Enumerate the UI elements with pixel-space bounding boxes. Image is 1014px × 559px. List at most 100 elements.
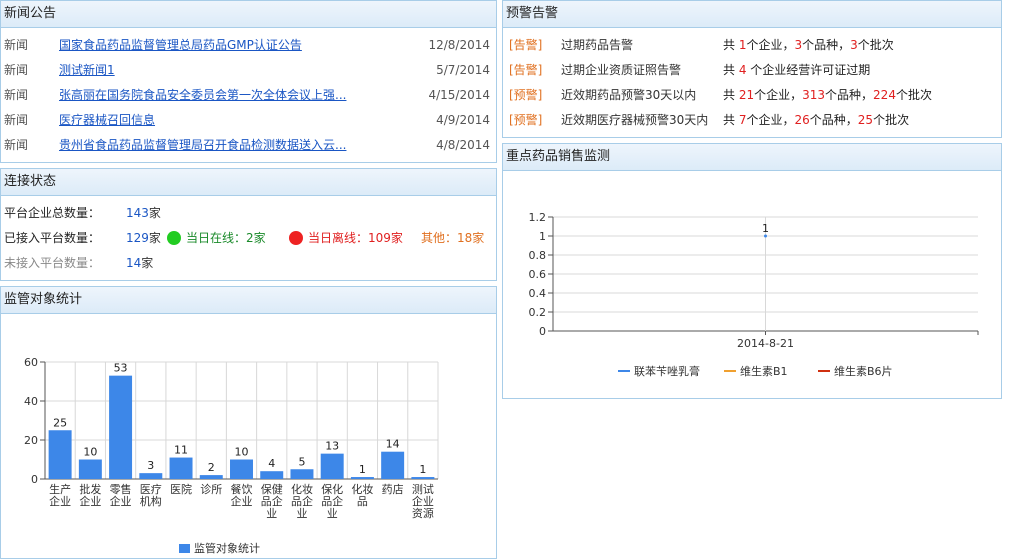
data-label: 1: [762, 222, 769, 235]
news-category: 新闻: [4, 88, 29, 102]
alert-item: [告警] 过期药品告警 共 1个企业，3个品种，3个批次: [503, 33, 1001, 58]
legend-swatch: [179, 544, 190, 553]
bar-value-label: 25: [53, 416, 67, 429]
connection-panel: 连接状态 平台企业总数量： 143家 已接入平台数量： 129家 当日在线：2家…: [0, 168, 497, 281]
alerts-panel: 预警告警 [告警] 过期药品告警 共 1个企业，3个品种，3个批次 [告警] 过期企业资…: [502, 0, 1002, 138]
sales-panel-title: 重点药品销售监测: [503, 144, 1001, 171]
supervision-panel-title: 监管对象统计: [1, 287, 496, 314]
x-tick-label: 餐饮: [231, 482, 253, 496]
bar: [139, 473, 163, 479]
x-tick-label: 品企: [291, 494, 313, 508]
bar-value-label: 4: [268, 457, 275, 470]
x-tick-label: 生产: [49, 482, 71, 496]
supervision-panel: 监管对象统计 0 20 40 60 25 生产 企业 10 批发 企业 53 零售 企业 3 医疗 机构 11 医…: [0, 286, 497, 559]
x-tick-label: 企业: [412, 494, 434, 508]
news-category: 新闻: [4, 38, 29, 52]
x-tick-label: 药店: [382, 482, 404, 496]
alert-tag: [预警]: [509, 88, 543, 102]
connected-label: 已接入平台数量：: [4, 231, 101, 245]
alert-tag: [预警]: [509, 113, 543, 127]
legend-label: 监管对象统计: [194, 541, 260, 555]
bar: [78, 459, 102, 479]
y-tick-label: 0.6: [529, 268, 547, 281]
bar-value-label: 11: [174, 444, 188, 457]
connection-panel-title: 连接状态: [1, 169, 496, 196]
bar: [381, 451, 405, 479]
news-date: 4/8/2014: [436, 138, 490, 152]
alert-description: 共 1个企业，3个品种，3个批次: [723, 38, 894, 52]
y-tick-label: 1: [539, 230, 546, 243]
bar-value-label: 2: [208, 461, 215, 474]
news-panel: 新闻公告 新闻 国家食品药品监督管理总局药品GMP认证公告 12/8/2014 …: [0, 0, 497, 163]
bar-value-label: 1: [359, 463, 366, 476]
other-count: 其他：18家: [421, 231, 485, 245]
online-status-icon: [167, 231, 181, 245]
x-tick-label: 业: [296, 507, 307, 520]
alert-item: [预警] 近效期医疗器械预警30天内共 7个企业，26个品种，25个批次: [503, 108, 1001, 133]
y-tick-label: 40: [24, 395, 38, 408]
bar: [169, 457, 193, 479]
x-tick-label: 资源: [412, 506, 434, 520]
connected-row: 已接入平台数量： 129家 当日在线：2家 当日离线：109家 其他：18家: [1, 226, 496, 251]
x-tick-label: 企业: [231, 494, 253, 508]
x-tick-label: 医疗: [140, 482, 162, 496]
alert-tag: [告警]: [509, 63, 543, 77]
legend-label: 维生素B6片: [834, 364, 893, 378]
y-tick-label: 0: [31, 473, 38, 486]
news-item: 新闻 医疗器械召回信息 4/9/2014: [1, 108, 496, 133]
x-tick-label: 机构: [140, 494, 162, 508]
news-item: 新闻 张高丽在国务院食品安全委员会第一次全体会议上强... 4/15/2014: [1, 83, 496, 108]
x-tick-label: 诊所: [200, 482, 222, 496]
bar: [230, 459, 253, 479]
y-tick-label: 0.4: [529, 287, 547, 300]
legend-label: 联苯苄唑乳膏: [634, 364, 700, 378]
news-link[interactable]: 国家食品药品监督管理总局药品GMP认证公告: [59, 33, 302, 58]
bar: [48, 430, 72, 479]
supervision-bar-chart: 020406025生产企业10批发企业53零售企业3医疗机构11医院2诊所10餐…: [24, 356, 439, 555]
news-link[interactable]: 张高丽在国务院食品安全委员会第一次全体会议上强...: [59, 83, 346, 108]
x-tick-label: 零售: [110, 482, 132, 496]
news-item: 新闻 测试新闻1 5/7/2014: [1, 58, 496, 83]
alerts-panel-title: 预警告警: [503, 1, 1001, 28]
legend-label: 维生素B1: [740, 364, 788, 378]
sales-line-chart: 0 0.2 0.4 0.6 0.8 1 1.2 2014-8-21 1 联苯苄唑乳膏 维生素B1 维生…: [529, 211, 979, 378]
offline-status-icon: [289, 231, 303, 245]
bar: [350, 477, 374, 479]
x-tick-label: 批发: [79, 482, 101, 496]
not-connected-value: 14家: [126, 256, 154, 270]
alert-description: 共 7个企业，26个品种，25个批次: [723, 113, 910, 127]
bar-value-label: 14: [386, 438, 400, 451]
x-tick-label: 品企: [321, 494, 343, 508]
not-connected-label: 未接入平台数量：: [4, 256, 101, 270]
news-link[interactable]: 测试新闻1: [59, 58, 115, 83]
news-date: 12/8/2014: [428, 38, 490, 52]
bar-value-label: 13: [325, 440, 339, 453]
alert-name: 过期药品告警: [561, 38, 634, 52]
x-tick-label: 医院: [170, 482, 192, 496]
y-tick-label: 20: [24, 434, 38, 447]
alert-name: 过期企业资质证照告警: [561, 63, 682, 77]
alert-tag: [告警]: [509, 38, 543, 52]
bar: [320, 453, 344, 479]
x-tick-label: 化妆: [351, 482, 373, 496]
x-tick-label: 业: [327, 507, 338, 520]
x-tick-label: 2014-8-21: [737, 337, 794, 350]
news-link[interactable]: 贵州省食品药品监督管理局召开食品检测数据送入云...: [59, 133, 346, 158]
connected-value: 129家: [126, 231, 161, 245]
not-connected-row: 未接入平台数量： 14家: [1, 251, 496, 276]
alert-item: [告警] 过期企业资质证照告警 共 4 个企业经营许可证过期: [503, 58, 1001, 83]
alert-item: [预警] 近效期药品预警30天以内 共 21个企业，313个品种，224个批次: [503, 83, 1001, 108]
news-category: 新闻: [4, 63, 29, 77]
sales-panel: 重点药品销售监测 0 0.2 0.4 0.6 0.8 1 1.2 2014-8-21 1 联苯苄唑…: [502, 143, 1002, 399]
news-category: 新闻: [4, 138, 29, 152]
news-link[interactable]: 医疗器械召回信息: [59, 108, 155, 133]
alert-description: 共 4 个企业经营许可证过期: [723, 63, 871, 77]
offline-count: 当日离线：109家: [308, 231, 403, 245]
x-tick-label: 企业: [79, 494, 101, 508]
y-tick-label: 0: [539, 325, 546, 338]
y-tick-label: 0.8: [529, 249, 547, 262]
news-date: 4/9/2014: [436, 113, 490, 127]
news-date: 4/15/2014: [428, 88, 490, 102]
bar-value-label: 3: [147, 459, 154, 472]
x-tick-label: 业: [266, 507, 277, 520]
